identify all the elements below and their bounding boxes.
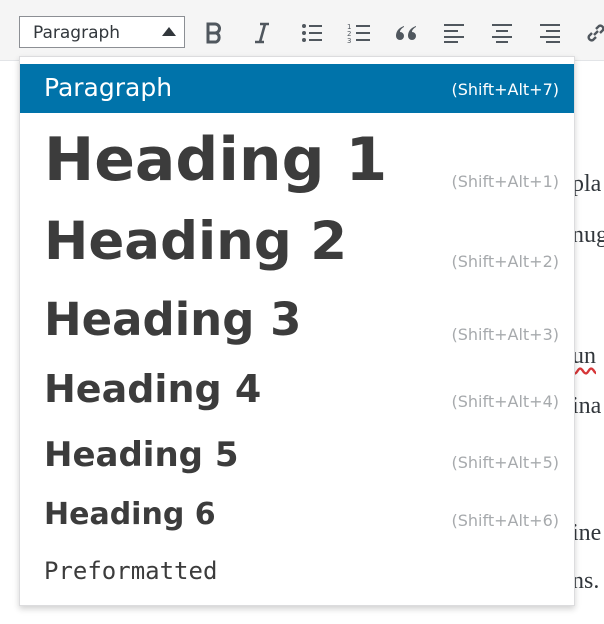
formatting-toolbar: Paragraph 1 2 3: [0, 0, 604, 61]
align-right-button[interactable]: [533, 16, 567, 50]
bulleted-list-button[interactable]: [295, 16, 329, 50]
menu-item-label: Heading 3: [44, 293, 302, 346]
menu-item-heading-5[interactable]: Heading 5 (Shift+Alt+5): [20, 427, 574, 487]
menu-item-label: Heading 4: [44, 367, 262, 411]
editor-text-fragment: ns.: [572, 568, 600, 594]
menu-item-shortcut: (Shift+Alt+4): [451, 392, 559, 411]
editor-text-fragment: ina: [572, 393, 602, 419]
menu-item-label: Paragraph: [44, 73, 173, 102]
menu-item-label: Heading 6: [44, 497, 216, 532]
editor-text-fragment: un: [572, 343, 596, 369]
bold-button[interactable]: [197, 16, 231, 50]
align-left-button[interactable]: [437, 16, 471, 50]
menu-item-heading-3[interactable]: Heading 3 (Shift+Alt+3): [20, 287, 574, 359]
format-dropdown-menu: Paragraph (Shift+Alt+7) Heading 1 (Shift…: [19, 56, 575, 606]
editor-text-fragment: ine: [572, 520, 602, 546]
caret-up-icon: [162, 27, 176, 36]
align-center-icon: [492, 24, 512, 43]
menu-item-shortcut: (Shift+Alt+1): [451, 172, 559, 191]
align-right-icon: [540, 24, 560, 43]
numbered-list-icon: 1 2 3: [347, 23, 370, 44]
blockquote-button[interactable]: [389, 16, 423, 50]
editor-text-fragment: nug: [572, 222, 604, 248]
menu-item-paragraph[interactable]: Paragraph (Shift+Alt+7): [20, 64, 574, 113]
editor-text-fragment: pla: [572, 171, 602, 197]
menu-item-label: Heading 1: [44, 125, 388, 195]
menu-item-label: Preformatted: [44, 557, 218, 585]
italic-button[interactable]: [245, 16, 279, 50]
menu-item-shortcut: (Shift+Alt+5): [451, 453, 559, 472]
align-left-icon: [444, 24, 464, 43]
menu-item-shortcut: (Shift+Alt+7): [451, 80, 559, 99]
menu-item-shortcut: (Shift+Alt+2): [451, 252, 559, 271]
menu-item-shortcut: (Shift+Alt+6): [451, 511, 559, 530]
menu-item-shortcut: (Shift+Alt+3): [451, 325, 559, 344]
editor-window: Paragraph 1 2 3 pla nug un ina ine ns. P…: [0, 0, 604, 624]
menu-item-label: Heading 2: [44, 211, 348, 272]
format-select[interactable]: Paragraph: [19, 16, 185, 48]
format-select-value: Paragraph: [33, 23, 121, 43]
link-icon: [587, 24, 604, 42]
menu-item-preformatted[interactable]: Preformatted: [20, 545, 574, 597]
bulleted-list-icon: [302, 24, 322, 42]
menu-item-heading-6[interactable]: Heading 6 (Shift+Alt+6): [20, 487, 574, 545]
menu-item-label: Heading 5: [44, 435, 239, 475]
italic-icon: [255, 22, 269, 44]
menu-item-heading-1[interactable]: Heading 1 (Shift+Alt+1): [20, 117, 574, 207]
menu-item-heading-2[interactable]: Heading 2 (Shift+Alt+2): [20, 207, 574, 287]
menu-item-heading-4[interactable]: Heading 4 (Shift+Alt+4): [20, 359, 574, 427]
numbered-list-button[interactable]: 1 2 3: [342, 16, 376, 50]
align-center-button[interactable]: [485, 16, 519, 50]
blockquote-icon: [396, 26, 416, 40]
link-button[interactable]: [579, 16, 604, 50]
svg-text:3: 3: [347, 37, 351, 44]
bold-icon: [206, 22, 221, 44]
